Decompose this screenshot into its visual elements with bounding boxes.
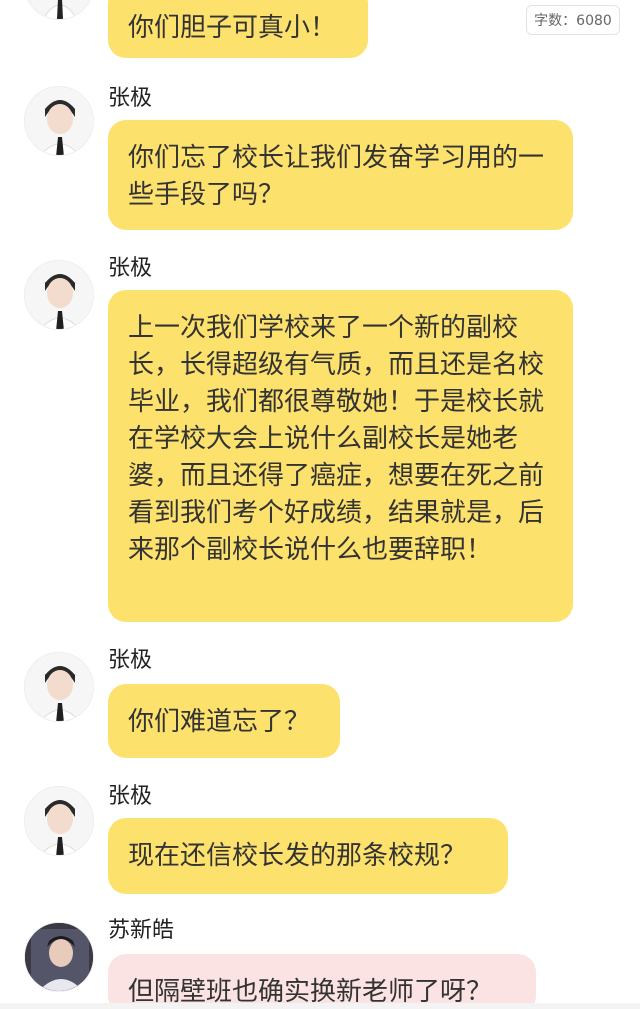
avatar[interactable] [24, 260, 94, 330]
avatar[interactable] [24, 86, 94, 156]
sender-name: 苏新皓 [108, 918, 175, 943]
sender-name: 张极 [108, 784, 153, 809]
message-bubble: 但隔壁班也确实换新老师了呀？ [108, 954, 536, 1009]
message-text: 你们胆子可真小！ [128, 13, 337, 43]
bottom-bar [0, 1003, 640, 1009]
message-bubble: 你们胆子可真小！ [108, 0, 368, 58]
message-text: 现在还信校长发的那条校规？ [128, 841, 467, 871]
user-avatar-icon [25, 261, 93, 329]
avatar[interactable] [24, 786, 94, 856]
message-text: 上一次我们学校来了一个新的副校长，长得超级有气质，而且还是名校毕业，我们都很尊敬… [128, 313, 545, 565]
message-text: 你们忘了校长让我们发奋学习用的一些手段了吗？ [128, 143, 545, 210]
avatar[interactable] [24, 922, 94, 992]
user-avatar-icon [25, 0, 93, 19]
sender-name: 张极 [108, 86, 153, 111]
avatar[interactable] [24, 652, 94, 722]
user-avatar-icon [25, 923, 93, 991]
message-bubble: 你们难道忘了？ [108, 684, 340, 758]
avatar[interactable] [24, 0, 94, 20]
user-avatar-icon [25, 787, 93, 855]
message-bubble: 上一次我们学校来了一个新的副校长，长得超级有气质，而且还是名校毕业，我们都很尊敬… [108, 290, 573, 622]
sender-name: 张极 [108, 648, 153, 673]
message-bubble: 现在还信校长发的那条校规？ [108, 818, 508, 894]
user-avatar-icon [25, 87, 93, 155]
user-avatar-icon [25, 653, 93, 721]
sender-name: 张极 [108, 256, 153, 281]
message-bubble: 你们忘了校长让我们发奋学习用的一些手段了吗？ [108, 120, 573, 230]
word-count-badge: 字数：6080 [526, 5, 620, 35]
message-text: 你们难道忘了？ [128, 707, 311, 737]
